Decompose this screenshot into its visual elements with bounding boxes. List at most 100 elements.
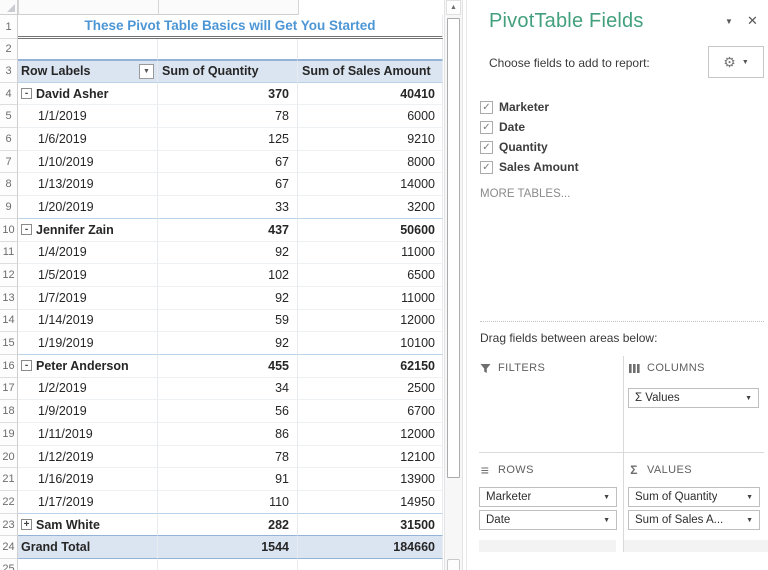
row-number[interactable]: 25	[0, 559, 18, 570]
row-number[interactable]: 21	[0, 468, 18, 492]
expand-collapse-icon[interactable]: -	[21, 224, 32, 236]
row-number[interactable]: 10	[0, 218, 18, 242]
field-box[interactable]: Sum of Sales A... ▼	[628, 510, 760, 530]
column-header[interactable]	[19, 0, 159, 15]
cell-row-label[interactable]: 1/4/2019 ▼	[18, 241, 158, 265]
cell-sales-amount[interactable]: 12100	[298, 445, 443, 469]
rows-area[interactable]: ≡ ROWS Marketer ▼ Date ▼	[479, 460, 617, 533]
scroll-down-button[interactable]	[447, 559, 460, 570]
row-number[interactable]: 19	[0, 423, 18, 446]
cell-quantity[interactable]: 86	[158, 423, 298, 446]
cell-sales-amount[interactable]	[298, 559, 443, 570]
cell-row-label[interactable]: 1/20/2019 ▼	[18, 196, 158, 219]
cell-sales-amount[interactable]: 13900	[298, 468, 443, 492]
cell-sales-amount[interactable]: 11000	[298, 286, 443, 310]
cell-quantity[interactable]: 59	[158, 309, 298, 333]
cell-sales-amount[interactable]: 6700	[298, 400, 443, 423]
row-labels-filter-button[interactable]: ▼	[139, 63, 154, 79]
cell-sales-amount[interactable]: 11000	[298, 241, 443, 265]
cell-row-label[interactable]: Grand Total ▼	[18, 536, 158, 560]
cell-sales-amount[interactable]	[298, 39, 443, 60]
row-number[interactable]: 23	[0, 513, 18, 537]
cell-sales-amount[interactable]: Sum of Sales Amount	[298, 60, 443, 83]
cell-quantity[interactable]: 92	[158, 332, 298, 355]
cell-quantity[interactable]: 102	[158, 264, 298, 287]
cell-quantity[interactable]: 455	[158, 354, 298, 378]
checkbox-checked-icon[interactable]: ✓	[480, 100, 493, 114]
cell-sales-amount[interactable]: 14000	[298, 173, 443, 197]
row-number[interactable]: 13	[0, 286, 18, 310]
cell-sales-amount[interactable]: 12000	[298, 423, 443, 446]
row-number[interactable]: 8	[0, 173, 18, 197]
chevron-down-icon[interactable]: ▼	[603, 494, 610, 501]
row-number[interactable]: 14	[0, 309, 18, 333]
cell-quantity[interactable]: 370	[158, 82, 298, 106]
cell-sales-amount[interactable]: 50600	[298, 218, 443, 242]
cell-row-label[interactable]: 1/5/2019 ▼	[18, 264, 158, 287]
cell-sales-amount[interactable]: 6000	[298, 105, 443, 129]
cell-row-label[interactable]: 1/7/2019 ▼	[18, 286, 158, 310]
scrollbar-thumb[interactable]	[447, 18, 460, 478]
checkbox-checked-icon[interactable]: ✓	[480, 120, 493, 134]
chevron-down-icon[interactable]: ▼	[746, 494, 753, 501]
cell-row-label[interactable]: 1/17/2019 ▼	[18, 491, 158, 514]
cell-row-label[interactable]: 1/19/2019 ▼	[18, 332, 158, 355]
cell-row-label[interactable]: - Jennifer Zain ▼	[18, 218, 158, 242]
field-box[interactable]: Sum of Quantity ▼	[628, 487, 760, 507]
cell-sales-amount[interactable]: 6500	[298, 264, 443, 287]
row-number[interactable]: 2	[0, 39, 18, 60]
row-number[interactable]: 17	[0, 377, 18, 401]
cell-row-label[interactable]: 1/1/2019 ▼	[18, 105, 158, 129]
cell-row-label[interactable]: These Pivot Table Basics will Get You St…	[18, 15, 443, 39]
cell-row-label[interactable]: 1/13/2019 ▼	[18, 173, 158, 197]
cell-quantity[interactable]: 92	[158, 241, 298, 265]
cell-sales-amount[interactable]: 184660	[298, 536, 443, 560]
cell-row-label[interactable]: 1/14/2019 ▼	[18, 309, 158, 333]
vertical-scrollbar[interactable]: ▲	[444, 0, 463, 570]
row-number[interactable]: 1	[0, 15, 18, 39]
row-number[interactable]: 11	[0, 241, 18, 265]
cell-quantity[interactable]	[158, 559, 298, 570]
cell-row-label[interactable]: 1/16/2019 ▼	[18, 468, 158, 492]
cell-row-label[interactable]: - Peter Anderson ▼	[18, 354, 158, 378]
field-box[interactable]: Date ▼	[479, 510, 617, 530]
expand-collapse-icon[interactable]: -	[21, 360, 32, 372]
cell-quantity[interactable]: Sum of Quantity	[158, 60, 298, 83]
cell-sales-amount[interactable]: 62150	[298, 354, 443, 378]
pane-options-chevron-icon[interactable]: ▼	[725, 17, 733, 26]
cell-quantity[interactable]: 110	[158, 491, 298, 514]
cell-row-label[interactable]: Row Labels ▼	[18, 60, 158, 83]
cell-quantity[interactable]: 282	[158, 513, 298, 537]
row-number[interactable]: 12	[0, 264, 18, 287]
row-number[interactable]: 6	[0, 128, 18, 151]
values-area[interactable]: Σ VALUES Sum of Quantity ▼ Sum of Sales A.…	[628, 460, 760, 533]
column-header[interactable]	[159, 0, 299, 15]
filters-area[interactable]: FILTERS	[479, 358, 616, 388]
cell-row-label[interactable]: - David Asher ▼	[18, 82, 158, 106]
field-list-item[interactable]: ✓ Marketer	[480, 97, 579, 117]
cell-sales-amount[interactable]: 9210	[298, 128, 443, 151]
cell-quantity[interactable]: 1544	[158, 536, 298, 560]
cell-quantity[interactable]	[158, 39, 298, 60]
cell-quantity[interactable]: 56	[158, 400, 298, 423]
cell-quantity[interactable]: 67	[158, 173, 298, 197]
field-box[interactable]: Σ Values ▼	[628, 388, 759, 408]
more-tables-link[interactable]: MORE TABLES...	[480, 188, 570, 200]
cell-sales-amount[interactable]: 2500	[298, 377, 443, 401]
row-number[interactable]: 24	[0, 536, 18, 560]
tools-button[interactable]: ⚙ ▼	[708, 46, 764, 78]
field-list-item[interactable]: ✓ Quantity	[480, 137, 579, 157]
columns-area[interactable]: COLUMNS Σ Values ▼	[628, 358, 759, 411]
row-number[interactable]: 22	[0, 491, 18, 514]
cell-row-label[interactable]: ▼	[18, 559, 158, 570]
row-number[interactable]: 4	[0, 82, 18, 106]
cell-row-label[interactable]: 1/12/2019 ▼	[18, 445, 158, 469]
row-number[interactable]: 7	[0, 150, 18, 174]
cell-quantity[interactable]: 67	[158, 150, 298, 174]
field-list-item[interactable]: ✓ Date	[480, 117, 579, 137]
cell-sales-amount[interactable]: 12000	[298, 309, 443, 333]
field-box[interactable]: Marketer ▼	[479, 487, 617, 507]
chevron-down-icon[interactable]: ▼	[603, 517, 610, 524]
cell-quantity[interactable]: 33	[158, 196, 298, 219]
cell-quantity[interactable]: 92	[158, 286, 298, 310]
